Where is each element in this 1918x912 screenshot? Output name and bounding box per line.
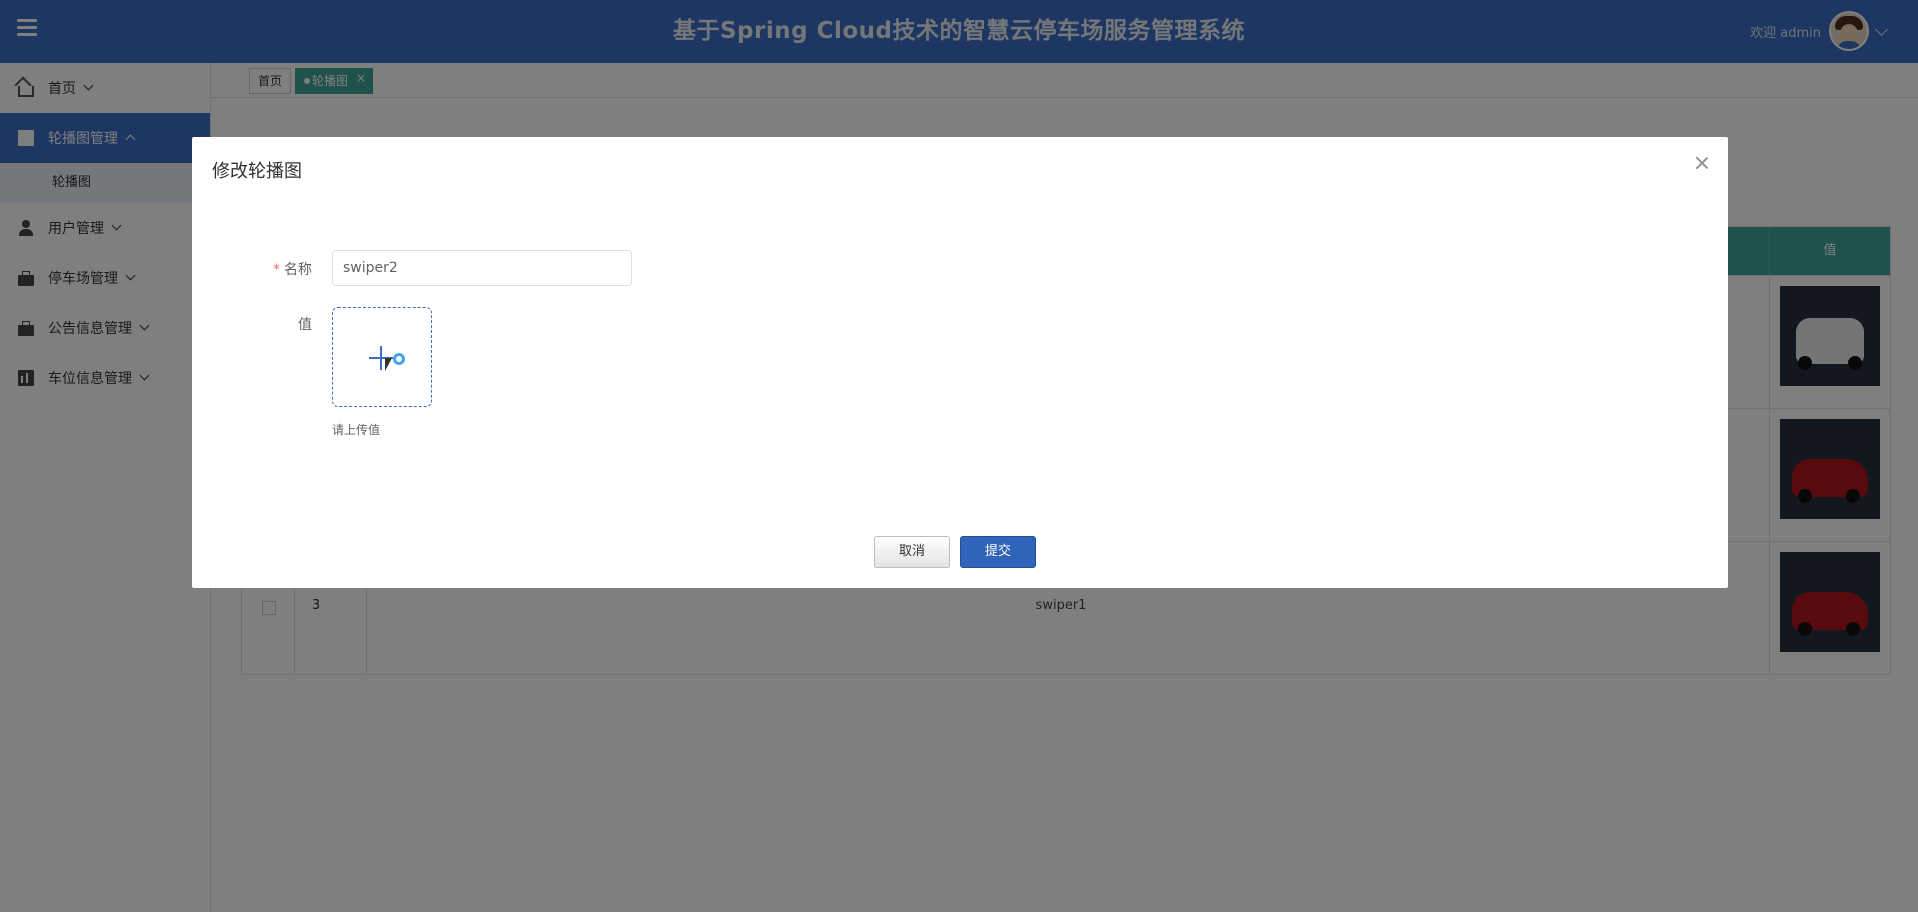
submit-button[interactable]: 提交 [960,536,1036,568]
mouse-cursor-icon [385,358,399,371]
edit-carousel-dialog: 修改轮播图 *名称 值 请上传值 取消 提交 [192,137,1728,588]
image-uploader[interactable] [332,307,432,407]
name-label: * 名称 [232,259,312,279]
close-icon[interactable] [1694,155,1710,171]
name-label-text: 名称 [284,262,312,278]
name-input[interactable] [332,250,632,286]
dialog-title: 修改轮播图 [212,161,302,182]
upload-tip: 请上传值 [332,423,381,437]
value-label: 值 [298,317,312,333]
required-mark: * [273,262,280,278]
cancel-button[interactable]: 取消 [874,536,950,568]
